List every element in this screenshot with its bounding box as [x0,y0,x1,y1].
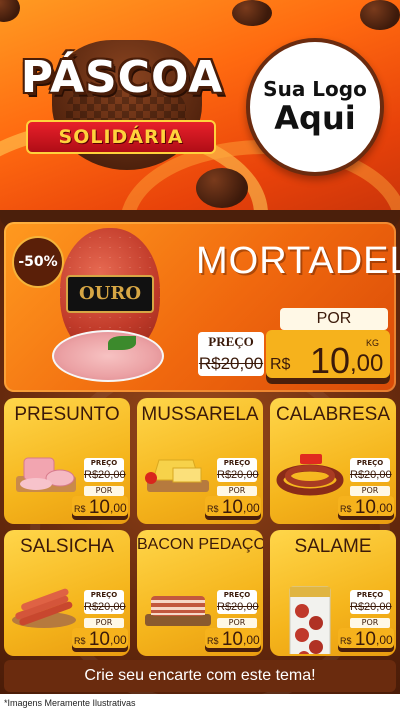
product-name: SALAME [294,536,372,557]
sausage-ring-icon [276,454,344,496]
product-name: CALABRESA [275,404,391,425]
price-unit: KG [366,338,380,348]
price-currency: R$ [74,504,86,514]
chocolate-egg-icon [360,0,400,30]
discount-badge: -50% [12,236,64,288]
price-currency: R$ [207,504,219,514]
preco-label: PREÇO [90,459,118,467]
price-decimal: ,00 [110,501,127,515]
price-decimal: ,00 [243,633,260,647]
price-integer: 10 [221,629,243,650]
por-label: POR [217,618,257,628]
mortadela-slices-icon [52,330,164,382]
logo-text-line2: Aqui [274,99,356,137]
price-integer: 10 [88,497,110,518]
product-card-salsicha[interactable]: SALSICHA PREÇO R$20,00 POR R$ 10 ,00 [4,530,130,656]
chocolate-egg-icon [196,168,248,208]
price-integer: 10 [88,629,110,650]
bacon-icon [145,596,211,626]
price-decimal: ,00 [243,501,260,515]
price-decimal: ,00 [350,350,384,377]
preco-label: PREÇO [223,459,251,467]
header-banner: PÁSCOA SOLIDÁRIA Sua Logo Aqui [0,0,400,215]
product-card-presunto[interactable]: PRESUNTO PREÇO R$20,00 POR R$ 10 ,00 [4,398,130,524]
por-label: POR [280,308,388,330]
featured-product-name: MORTADELA [196,240,400,282]
price-currency: R$ [340,636,352,646]
product-name: MUSSARELA [141,404,259,425]
price-integer: 10 [309,340,350,381]
logo-placeholder[interactable]: Sua Logo Aqui [246,38,384,176]
chocolate-egg-icon [232,0,272,26]
flyer-page: PÁSCOA SOLIDÁRIA Sua Logo Aqui OURO -50%… [0,0,400,711]
old-price: R$20,00 [350,469,392,481]
disclaimer-text: *Imagens Meramente Ilustrativas [4,698,136,708]
product-name: PRESUNTO [14,404,120,425]
por-label: POR [84,486,124,496]
price-integer: 10 [354,497,376,518]
price-decimal: ,00 [376,501,393,515]
old-price: R$20,00 [84,601,126,613]
old-price: R$20,00 [198,354,264,373]
cheese-icon [145,459,209,492]
chocolate-egg-icon [0,0,20,22]
price-integer: 10 [221,497,243,518]
price-decimal: ,00 [376,633,393,647]
old-price: R$20,00 [217,601,259,613]
price-decimal: ,00 [110,633,127,647]
preco-label: PREÇO [356,459,384,467]
price-currency: R$ [207,636,219,646]
preco-label: PREÇO [90,591,118,599]
preco-label: PREÇO [356,591,384,599]
por-label: POR [350,618,390,628]
product-card-mussarela[interactable]: MUSSARELA PREÇO R$20,00 POR R$ 10 ,00 [137,398,263,524]
salami-package-icon [289,586,331,654]
cta-banner[interactable]: Crie seu encarte com este tema! [4,660,396,692]
por-label: POR [84,618,124,628]
price-currency: R$ [270,356,291,373]
old-price: R$20,00 [350,601,392,613]
price-integer: 10 [354,629,376,650]
title-solidaria: SOLIDÁRIA [26,120,216,154]
hot-dog-sausages-icon [12,588,76,628]
product-card-bacon[interactable]: BACON PEDAÇO PREÇO R$20,00 POR R$ 10 ,00 [137,530,263,656]
product-card-calabresa[interactable]: CALABRESA PREÇO R$20,00 POR R$ 10 ,00 [270,398,396,524]
product-name: SALSICHA [20,536,114,557]
product-name: BACON PEDAÇO [137,536,263,553]
brand-label: OURO [66,275,154,313]
product-card-salame[interactable]: SALAME PREÇO R$20,00 POR R$ 10 ,00 [270,530,396,656]
preco-label: PREÇO [223,591,251,599]
price-currency: R$ [340,504,352,514]
ham-slices-icon [16,457,76,492]
por-label: POR [217,486,257,496]
por-label: POR [350,486,390,496]
old-price: R$20,00 [84,469,126,481]
title-pascoa: PÁSCOA [20,52,224,103]
logo-text-line1: Sua Logo [263,77,367,101]
herb-icon [108,336,136,350]
preco-label: PREÇO [208,334,254,349]
price-currency: R$ [74,636,86,646]
old-price: R$20,00 [217,469,259,481]
